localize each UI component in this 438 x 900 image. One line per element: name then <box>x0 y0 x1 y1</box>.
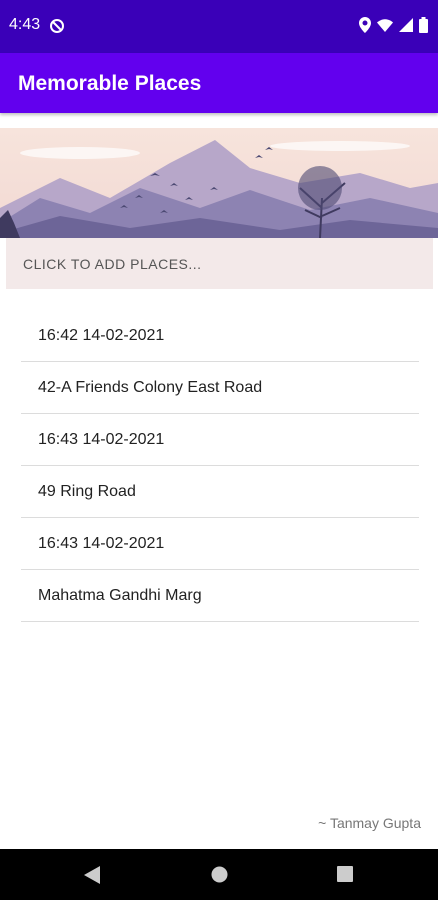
location-icon <box>359 17 371 33</box>
list-item[interactable]: 16:43 14-02-2021 <box>21 414 419 466</box>
home-icon[interactable] <box>211 866 228 883</box>
navigation-bar <box>0 849 438 900</box>
places-list: 16:42 14-02-2021 42-A Friends Colony Eas… <box>21 310 419 622</box>
footer-credit: ~ Tanmay Gupta <box>318 815 421 831</box>
status-bar: 4:43 <box>0 0 438 53</box>
app-title: Memorable Places <box>18 72 202 95</box>
list-item[interactable]: 42-A Friends Colony East Road <box>21 362 419 414</box>
back-icon[interactable] <box>84 866 100 884</box>
list-item[interactable]: 16:42 14-02-2021 <box>21 310 419 362</box>
add-places-button[interactable]: CLICK TO ADD PLACES... <box>6 238 433 289</box>
status-time: 4:43 <box>9 16 41 33</box>
list-item[interactable]: 49 Ring Road <box>21 466 419 518</box>
recents-icon[interactable] <box>337 866 353 882</box>
mountain-banner-image <box>0 128 438 238</box>
list-item[interactable]: Mahatma Gandhi Marg <box>21 570 419 622</box>
list-item[interactable]: 16:43 14-02-2021 <box>21 518 419 570</box>
battery-icon <box>419 17 428 33</box>
data-saver-icon <box>50 19 64 33</box>
signal-icon <box>399 18 413 32</box>
app-bar: Memorable Places <box>0 53 438 113</box>
wifi-icon <box>377 19 393 32</box>
